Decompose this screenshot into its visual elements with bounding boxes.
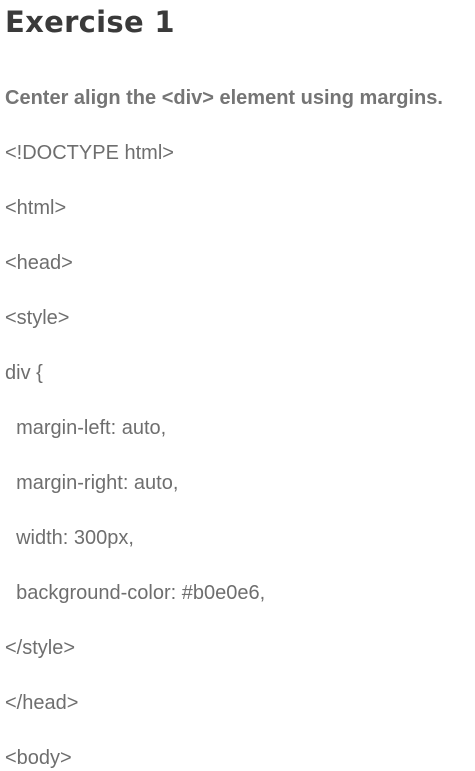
code-line-style-close: </style> xyxy=(5,637,76,659)
code-line-head-close: </head> xyxy=(5,692,79,714)
code-line-div-selector: div { xyxy=(5,362,43,384)
code-line-background-color: background-color: #b0e0e6, xyxy=(5,582,266,604)
code-line-margin-right: margin-right: auto, xyxy=(5,472,179,494)
code-line-doctype: <!DOCTYPE html> xyxy=(5,142,174,164)
code-line-margin-left: margin-left: auto, xyxy=(5,417,167,439)
code-line-width: width: 300px, xyxy=(5,527,134,549)
code-line-style-open: <style> xyxy=(5,307,70,329)
code-line-head-open: <head> xyxy=(5,252,73,274)
exercise-page: Exercise 1 Center align the <div> elemen… xyxy=(0,0,475,769)
page-title: Exercise 1 xyxy=(5,5,175,39)
code-line-html-open: <html> xyxy=(5,197,67,219)
code-line-body-open: <body> xyxy=(5,747,72,769)
exercise-instruction: Center align the <div> element using mar… xyxy=(5,87,443,109)
